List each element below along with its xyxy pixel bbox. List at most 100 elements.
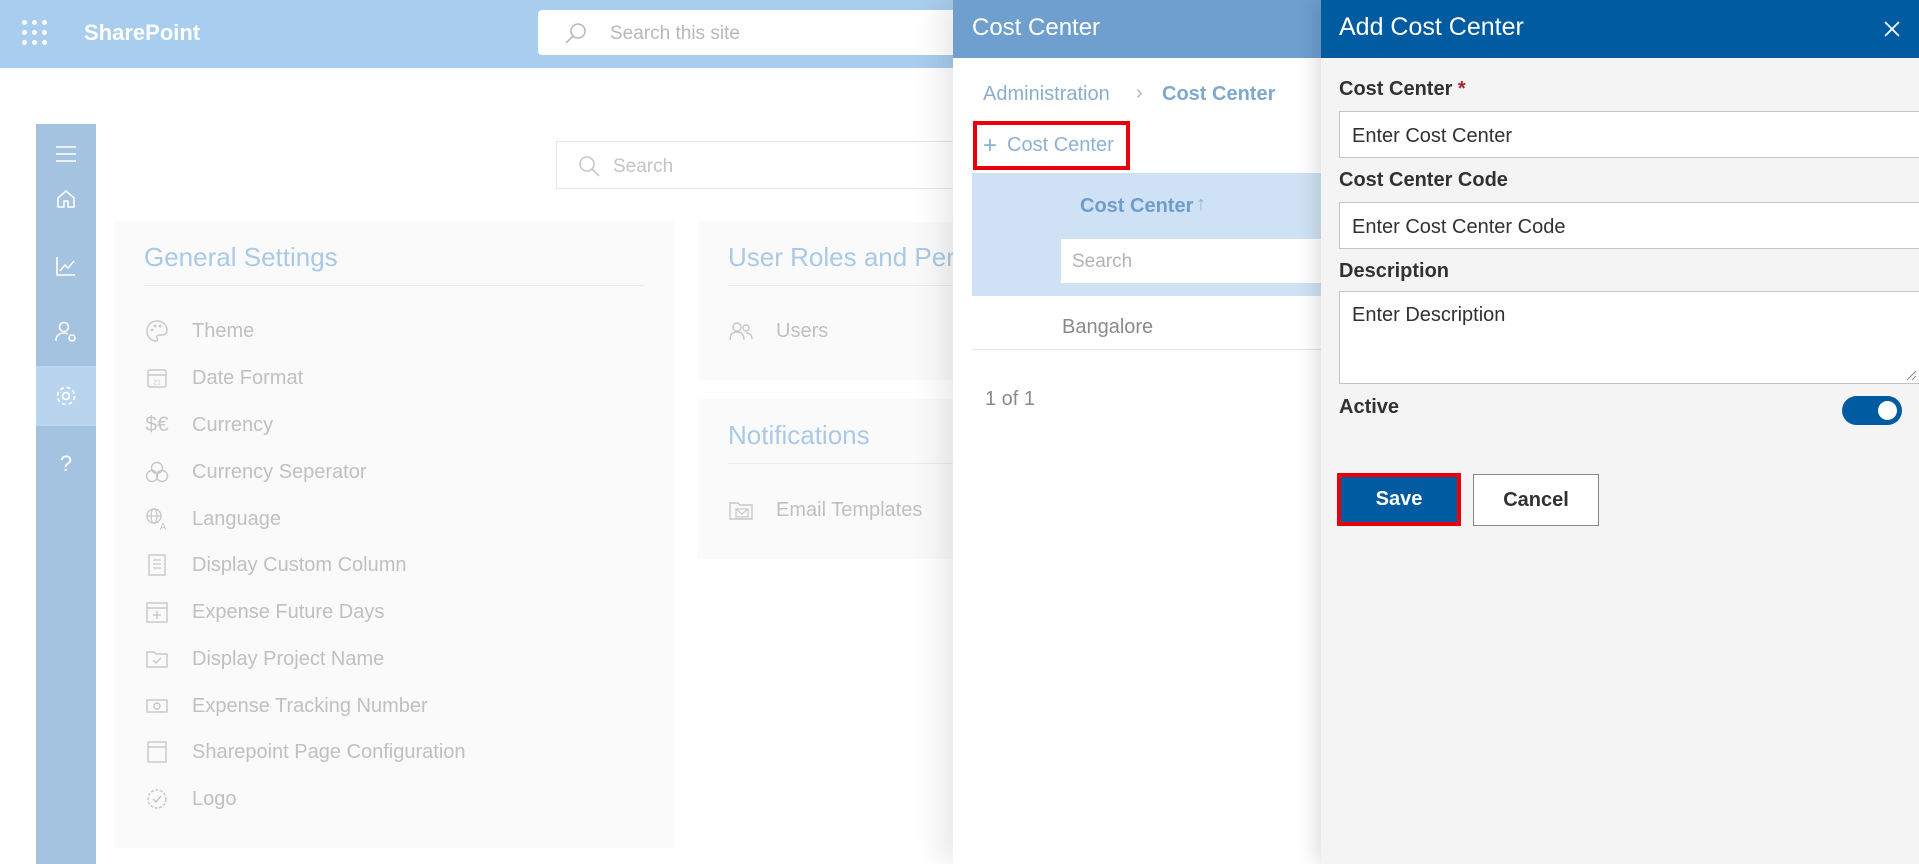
settings-item-label: Logo [192, 787, 237, 810]
app-launcher-icon[interactable] [22, 20, 48, 46]
page-icon [144, 739, 170, 765]
breadcrumb-cost-center[interactable]: Cost Center [1162, 83, 1275, 106]
coins-icon [144, 459, 170, 485]
badge-check-icon [144, 786, 170, 812]
settings-search-box[interactable]: Search [556, 141, 976, 189]
active-label: Active [1339, 396, 1400, 418]
user-settings-icon[interactable] [36, 302, 96, 362]
left-nav-rail: ? [36, 124, 96, 864]
toggle-knob [1878, 401, 1897, 420]
brand-name[interactable]: SharePoint [84, 20, 200, 46]
cost-center-input[interactable]: Enter Cost Center [1339, 111, 1919, 158]
add-cost-center-header: Add Cost Center [1321, 0, 1919, 58]
currency-icon: $€ [145, 413, 169, 436]
analytics-icon[interactable] [36, 236, 96, 296]
notifications-title: Notifications [728, 420, 870, 450]
settings-item-label: Theme [192, 319, 255, 342]
settings-item-theme[interactable]: Theme [144, 316, 254, 346]
cost-center-code-label: Cost Center Code [1339, 169, 1508, 191]
add-cost-center-panel: Add Cost Center Cost Center * Enter Cost… [1321, 0, 1919, 864]
calendar-add-icon [144, 599, 170, 625]
money-icon [144, 693, 170, 719]
row-divider [972, 349, 1321, 350]
settings-item-date-format[interactable]: 21 Date Format [144, 363, 303, 393]
notifications-card: Notifications Email Templates [698, 399, 958, 559]
column-search-input[interactable]: Search [1061, 239, 1321, 283]
settings-item-label: Language [192, 507, 281, 530]
cancel-button[interactable]: Cancel [1473, 474, 1599, 526]
save-label: Save [1375, 488, 1423, 510]
settings-item-currency[interactable]: $€ Currency [144, 410, 273, 440]
table-row[interactable]: Bangalore [1062, 316, 1153, 339]
column-search-placeholder: Search [1072, 251, 1133, 272]
general-settings-card: General Settings Theme 21 Date Format $€… [114, 222, 674, 848]
settings-item-expense-future-days[interactable]: Expense Future Days [144, 597, 384, 627]
cost-center-code-input[interactable]: Enter Cost Center Code [1339, 202, 1919, 249]
column-header-cost-center[interactable]: Cost Center [1080, 195, 1193, 218]
breadcrumb-administration[interactable]: Administration [983, 83, 1110, 106]
site-search-placeholder: Search this site [610, 23, 740, 44]
divider [728, 463, 958, 464]
cost-center-panel-header: Cost Center [953, 0, 1321, 58]
settings-item-label: Users [776, 319, 829, 342]
search-icon [565, 23, 586, 44]
settings-item-display-custom-column[interactable]: Display Custom Column [144, 550, 407, 580]
required-marker: * [1457, 78, 1466, 100]
description-label: Description [1339, 260, 1450, 282]
active-toggle[interactable] [1842, 396, 1902, 425]
settings-search-placeholder: Search [613, 156, 674, 177]
settings-item-users[interactable]: Users [728, 316, 828, 346]
settings-icon[interactable] [36, 366, 96, 426]
settings-item-label: Email Templates [776, 498, 923, 521]
add-cost-center-button[interactable]: + Cost Center [973, 121, 1130, 170]
divider [144, 285, 644, 286]
svg-text:A: A [160, 522, 167, 531]
language-icon: A [144, 506, 170, 532]
settings-item-label: Expense Tracking Number [192, 694, 428, 717]
add-cost-center-title: Add Cost Center [1339, 13, 1524, 41]
settings-item-label: Sharepoint Page Configuration [192, 740, 466, 763]
chevron-right-icon: › [1136, 82, 1143, 104]
description-textarea[interactable]: Enter Description [1339, 291, 1919, 384]
resize-grip-icon[interactable] [1905, 369, 1917, 381]
settings-item-label: Display Project Name [192, 647, 385, 670]
settings-item-currency-seperator[interactable]: Currency Seperator [144, 457, 367, 487]
grid-header: Cost Center ↑ Search [972, 173, 1321, 296]
cost-center-code-placeholder: Enter Cost Center Code [1352, 216, 1566, 238]
cost-center-placeholder: Enter Cost Center [1352, 125, 1513, 147]
settings-item-label: Display Custom Column [192, 553, 407, 576]
mail-folder-icon [728, 497, 754, 523]
settings-item-language[interactable]: A Language [144, 504, 281, 534]
folder-check-icon [144, 646, 170, 672]
close-icon[interactable] [1879, 16, 1905, 42]
cost-center-panel: Cost Center Administration › Cost Center… [953, 0, 1321, 864]
palette-icon [144, 318, 170, 344]
calendar-icon: 21 [144, 365, 170, 391]
settings-item-label: Currency [192, 413, 274, 436]
settings-item-label: Currency Seperator [192, 460, 367, 483]
cost-center-panel-title: Cost Center [972, 14, 1101, 41]
svg-text:21: 21 [153, 380, 161, 387]
add-cost-center-label: Cost Center [1007, 134, 1114, 156]
settings-item-label: Date Format [192, 366, 304, 389]
cancel-label: Cancel [1503, 488, 1569, 511]
general-settings-title: General Settings [144, 242, 338, 272]
settings-item-logo[interactable]: Logo [144, 784, 237, 814]
settings-item-email-templates[interactable]: Email Templates [728, 495, 922, 525]
settings-item-expense-tracking-number[interactable]: Expense Tracking Number [144, 691, 428, 721]
help-icon[interactable]: ? [36, 434, 96, 494]
sort-ascending-icon[interactable]: ↑ [1196, 193, 1206, 216]
settings-item-display-project-name[interactable]: Display Project Name [144, 644, 384, 674]
description-placeholder: Enter Description [1352, 304, 1506, 326]
user-roles-card: User Roles and Permissions Users [698, 222, 1056, 380]
cost-center-label: Cost Center * [1339, 78, 1466, 100]
settings-item-sharepoint-page-configuration[interactable]: Sharepoint Page Configuration [144, 737, 466, 767]
pagination-text: 1 of 1 [985, 388, 1036, 410]
divider [728, 285, 958, 286]
search-icon [579, 156, 600, 177]
save-button[interactable]: Save [1337, 473, 1461, 526]
home-icon[interactable] [36, 169, 96, 229]
plus-icon: + [983, 131, 998, 159]
people-icon [728, 318, 754, 344]
settings-item-label: Expense Future Days [192, 600, 385, 623]
